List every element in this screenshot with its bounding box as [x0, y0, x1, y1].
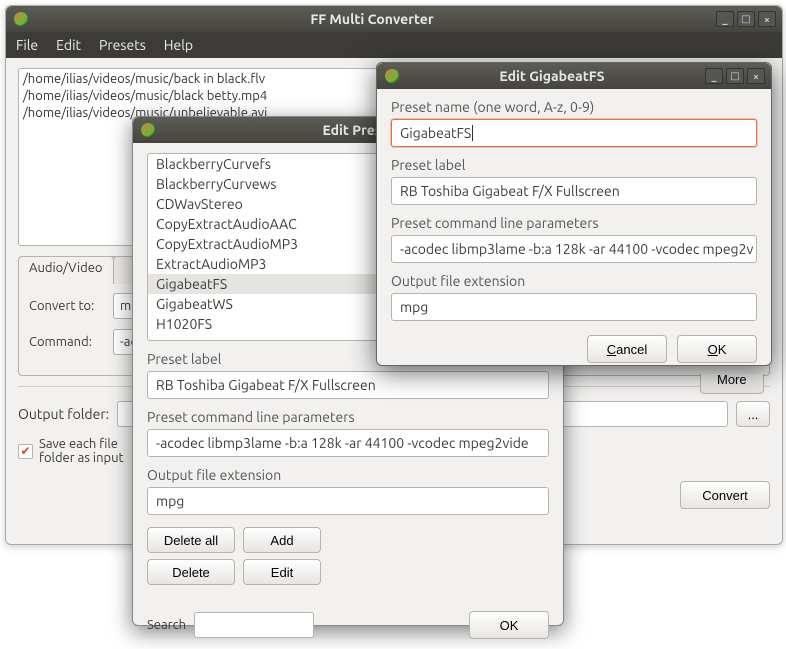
close-icon[interactable]: × — [758, 11, 776, 27]
app-icon — [14, 12, 28, 26]
edit-preset-dialog: Edit GigabeatFS _ □ × Preset name (one w… — [376, 62, 772, 366]
preset-name-label: Preset name (one word, A-z, 0-9) — [391, 99, 757, 115]
preset-params-label: Preset command line parameters — [147, 409, 549, 425]
menu-file[interactable]: File — [16, 37, 38, 53]
output-folder-label: Output folder: — [18, 406, 109, 422]
convert-button[interactable]: Convert — [680, 481, 770, 509]
menu-edit[interactable]: Edit — [56, 37, 81, 53]
text-cursor-icon — [472, 125, 473, 141]
minimize-icon[interactable]: _ — [716, 11, 734, 27]
edit-titlebar[interactable]: Edit GigabeatFS _ □ × — [377, 63, 771, 89]
preset-ext-input[interactable]: mpg — [391, 293, 757, 321]
delete-all-button[interactable]: Delete all — [147, 527, 235, 553]
main-titlebar[interactable]: FF Multi Converter _ □ × — [6, 6, 782, 32]
command-label: Command: — [29, 335, 105, 349]
edit-title: Edit GigabeatFS — [399, 68, 705, 84]
preset-label-input[interactable]: RB Toshiba Gigabeat F/X Fullscreen — [391, 177, 757, 205]
preset-label-input[interactable]: RB Toshiba Gigabeat F/X Fullscreen — [147, 371, 549, 399]
preset-ext-input[interactable]: mpg — [147, 487, 549, 515]
ok-button[interactable]: OK — [677, 335, 757, 363]
tab-audiovideo[interactable]: Audio/Video — [18, 256, 114, 284]
cancel-button[interactable]: Cancel — [587, 335, 667, 363]
preset-ext-label: Output file extension — [391, 273, 757, 289]
edit-button[interactable]: Edit — [243, 559, 321, 585]
search-input[interactable] — [194, 612, 314, 638]
browse-button[interactable]: ... — [736, 401, 770, 427]
search-label: Search — [147, 618, 186, 632]
minimize-icon[interactable]: _ — [705, 68, 723, 84]
delete-button[interactable]: Delete — [147, 559, 235, 585]
preset-params-input[interactable]: -acodec libmp3lame -b:a 128k -ar 44100 -… — [391, 235, 757, 263]
more-button[interactable]: More — [700, 374, 764, 394]
main-title: FF Multi Converter — [28, 11, 716, 27]
preset-label-label: Preset label — [391, 157, 757, 173]
maximize-icon[interactable]: □ — [737, 11, 755, 27]
more-button-partial: More — [700, 374, 770, 394]
app-icon — [385, 69, 399, 83]
preset-ext-label: Output file extension — [147, 467, 549, 483]
menubar: File Edit Presets Help — [6, 32, 782, 58]
menu-presets[interactable]: Presets — [99, 37, 146, 53]
preset-params-label: Preset command line parameters — [391, 215, 757, 231]
close-icon[interactable]: × — [747, 68, 765, 84]
app-icon — [141, 123, 155, 137]
preset-name-input[interactable]: GigabeatFS — [391, 119, 757, 147]
add-button[interactable]: Add — [243, 527, 321, 553]
save-each-label: Save each file folder as input — [39, 437, 124, 465]
preset-params-input[interactable]: -acodec libmp3lame -b:a 128k -ar 44100 -… — [147, 429, 549, 457]
window-controls: _ □ × — [716, 11, 776, 27]
menu-help[interactable]: Help — [164, 37, 193, 53]
save-each-checkbox[interactable]: ✔ — [18, 444, 33, 459]
presets-ok-button[interactable]: OK — [469, 611, 549, 639]
maximize-icon[interactable]: □ — [726, 68, 744, 84]
convert-to-label: Convert to: — [29, 299, 105, 313]
